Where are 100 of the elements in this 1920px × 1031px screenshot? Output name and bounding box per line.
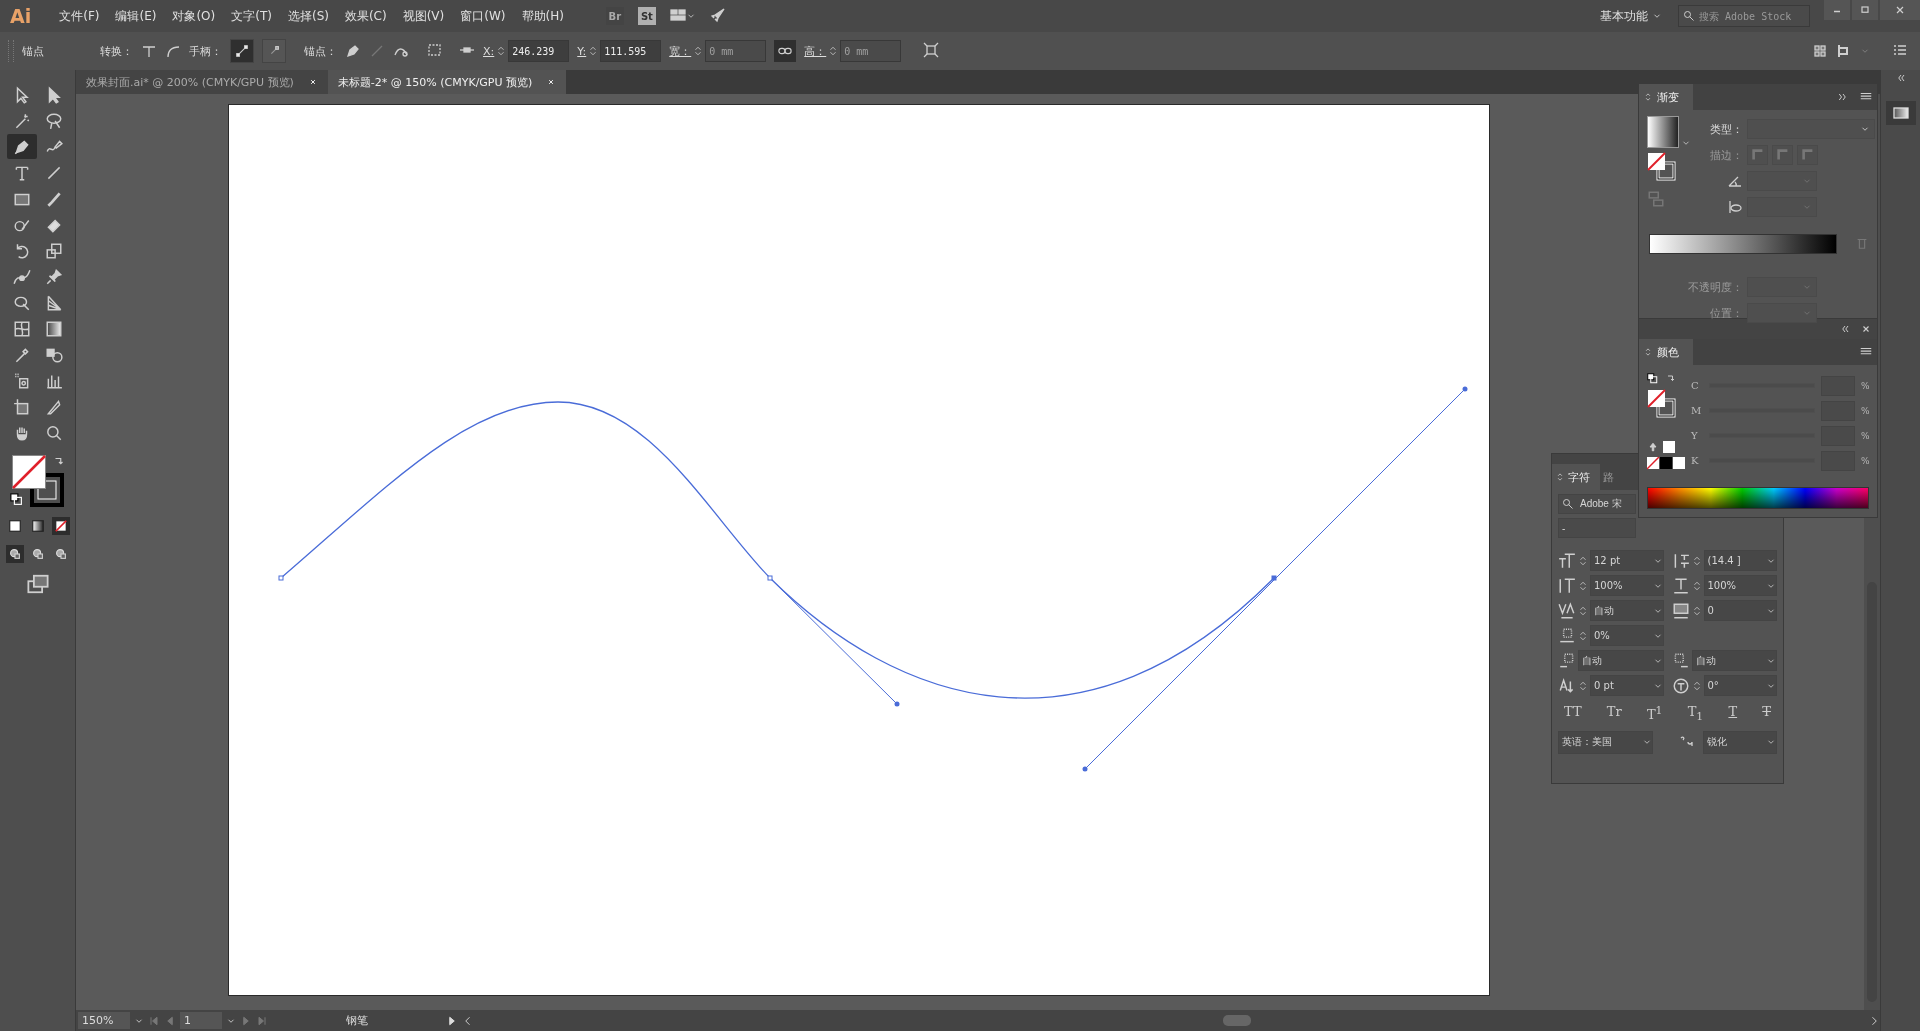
value-dropdown[interactable]: 自动: [1590, 600, 1664, 621]
previous-page-icon: [164, 1014, 176, 1027]
field-value: 锐化: [1707, 735, 1727, 750]
font-style-field[interactable]: -: [1558, 518, 1636, 538]
draw-mode-icon: [7, 547, 22, 561]
gradient-panel-button[interactable]: [1885, 101, 1916, 125]
search-icon: [1562, 498, 1574, 510]
value-dropdown[interactable]: (14.4 ]: [1703, 550, 1777, 571]
tab-title: 未标题-2* @ 150% (CMYK/GPU 预览): [337, 74, 533, 90]
panel-tab[interactable]: 字符: [1552, 464, 1600, 490]
last-page-icon: [256, 1014, 268, 1027]
tool-button[interactable]: [6, 134, 37, 159]
channel-label: C: [1691, 380, 1700, 391]
anchor-point[interactable]: [767, 575, 773, 581]
pushpin-icon: [44, 267, 63, 286]
width-curve-icon: [12, 267, 31, 286]
language-dropdown[interactable]: 英语：美国: [1558, 730, 1653, 754]
number-field[interactable]: 111.595: [600, 40, 662, 62]
color-mode-button[interactable]: [51, 517, 70, 535]
tab-title: 路: [1603, 469, 1614, 485]
document-tab[interactable]: 效果封面.ai* @ 200% (CMYK/GPU 预览): [76, 70, 328, 94]
menu-item[interactable]: 窗口(W): [452, 7, 514, 25]
menu-item[interactable]: 选择(S): [279, 7, 337, 25]
fill-stroke-icon[interactable]: [1647, 152, 1677, 182]
value-dropdown[interactable]: 100%: [1590, 575, 1664, 596]
value-dropdown[interactable]: 0: [1703, 600, 1777, 621]
panel-toggle-icon: [1555, 471, 1565, 483]
gradient-preview[interactable]: [1647, 116, 1679, 148]
menu-item[interactable]: 对象(O): [164, 7, 224, 25]
color-spectrum[interactable]: [1647, 487, 1869, 509]
text-style-button[interactable]: T: [1726, 704, 1740, 723]
fill-swatch[interactable]: [11, 455, 46, 489]
anchor-point[interactable]: [278, 575, 284, 581]
value-dropdown[interactable]: 12 pt: [1590, 550, 1664, 571]
isolate-object-icon: [923, 41, 940, 58]
convert-label: 转换：: [100, 43, 133, 59]
anchors-label: 锚点：: [304, 43, 337, 59]
menu-item[interactable]: 视图(V): [394, 7, 453, 25]
maximize-icon: [1859, 4, 1871, 16]
value-dropdown[interactable]: 自动: [1578, 650, 1664, 671]
tab-title: 字符: [1568, 469, 1590, 485]
value-dropdown[interactable]: 0%: [1590, 625, 1664, 646]
menu-item[interactable]: 编辑(E): [107, 7, 165, 25]
scale-squares-icon: [44, 241, 63, 260]
app-button[interactable]: St: [637, 7, 656, 25]
stroke-corner-icon: [1775, 148, 1790, 162]
text-style-button[interactable]: Tr: [1604, 704, 1624, 723]
text-style-button[interactable]: TT: [1562, 704, 1584, 723]
zoom-field[interactable]: 150%: [78, 1012, 130, 1029]
search-field[interactable]: 搜索 Adobe Stock: [1678, 5, 1810, 27]
handle-point[interactable]: [894, 701, 900, 707]
channel-label: M: [1691, 405, 1703, 416]
font-family-field[interactable]: Adobe 宋: [1558, 494, 1636, 514]
field-value: (14.4 ]: [1707, 555, 1741, 566]
handle-point[interactable]: [1462, 386, 1468, 392]
menu-item[interactable]: 文字(T): [223, 7, 280, 25]
document-tab[interactable]: 未标题-2* @ 150% (CMYK/GPU 预览): [327, 70, 567, 94]
draw-mode-button[interactable]: [5, 545, 24, 563]
text-style-button[interactable]: T$^{1}$: [1644, 704, 1665, 723]
workspace-switcher[interactable]: 基本功能: [1600, 7, 1648, 25]
menu-item[interactable]: 文件(F): [51, 7, 108, 25]
constrain-proportions-toggle[interactable]: [774, 40, 797, 62]
tab-title: 效果封面.ai* @ 200% (CMYK/GPU 预览): [86, 74, 294, 90]
percent-label: %: [1861, 430, 1871, 441]
fill-stroke-icon[interactable]: [1647, 389, 1677, 419]
panel-tab[interactable]: 颜色: [1639, 339, 1693, 365]
text-style-button[interactable]: T$_{1}$: [1685, 704, 1706, 723]
aspect-ratio-icon: [1727, 199, 1743, 215]
anti-aliasing-dropdown[interactable]: 锐化: [1703, 730, 1777, 754]
field-label: 高：: [804, 43, 827, 59]
value-dropdown[interactable]: 0°: [1703, 675, 1777, 696]
handle-toggle[interactable]: [230, 39, 254, 63]
gradient-square-icon: [44, 319, 63, 338]
percent-label: %: [1861, 455, 1871, 466]
channel-label: K: [1691, 455, 1700, 466]
maximize-button[interactable]: [1852, 0, 1878, 20]
color-swatch[interactable]: [1663, 441, 1675, 453]
menu-item[interactable]: 效果(C): [336, 7, 395, 25]
quick-swatches[interactable]: [1647, 457, 1685, 470]
field-value: 100%: [1594, 580, 1623, 591]
panel-title: 渐变: [1657, 89, 1679, 105]
anchor-point[interactable]: [1271, 575, 1277, 581]
handle-point[interactable]: [1082, 766, 1088, 772]
value-dropdown[interactable]: 自动: [1691, 650, 1777, 671]
value-dropdown[interactable]: 100%: [1703, 575, 1777, 596]
handle-toggle[interactable]: [262, 39, 286, 63]
panel-toggle-icon: [1643, 91, 1653, 103]
font-size-icon: [1558, 551, 1576, 570]
value-dropdown[interactable]: 0 pt: [1590, 675, 1664, 696]
gradient-square-icon: [1891, 105, 1910, 121]
field-value: 英语：美国: [1562, 735, 1612, 750]
page-field[interactable]: 1: [180, 1012, 222, 1029]
menu-item[interactable]: 帮助(H): [513, 7, 572, 25]
panel-tab[interactable]: 渐变: [1639, 84, 1693, 110]
field-label: 不透明度：: [1687, 279, 1743, 295]
text-style-button[interactable]: T: [1760, 704, 1773, 723]
gradient-swatch-icon: [30, 519, 45, 533]
field-label: Y:: [577, 44, 587, 58]
panel-title: 颜色: [1657, 344, 1679, 360]
number-field[interactable]: 246.239: [508, 40, 570, 62]
